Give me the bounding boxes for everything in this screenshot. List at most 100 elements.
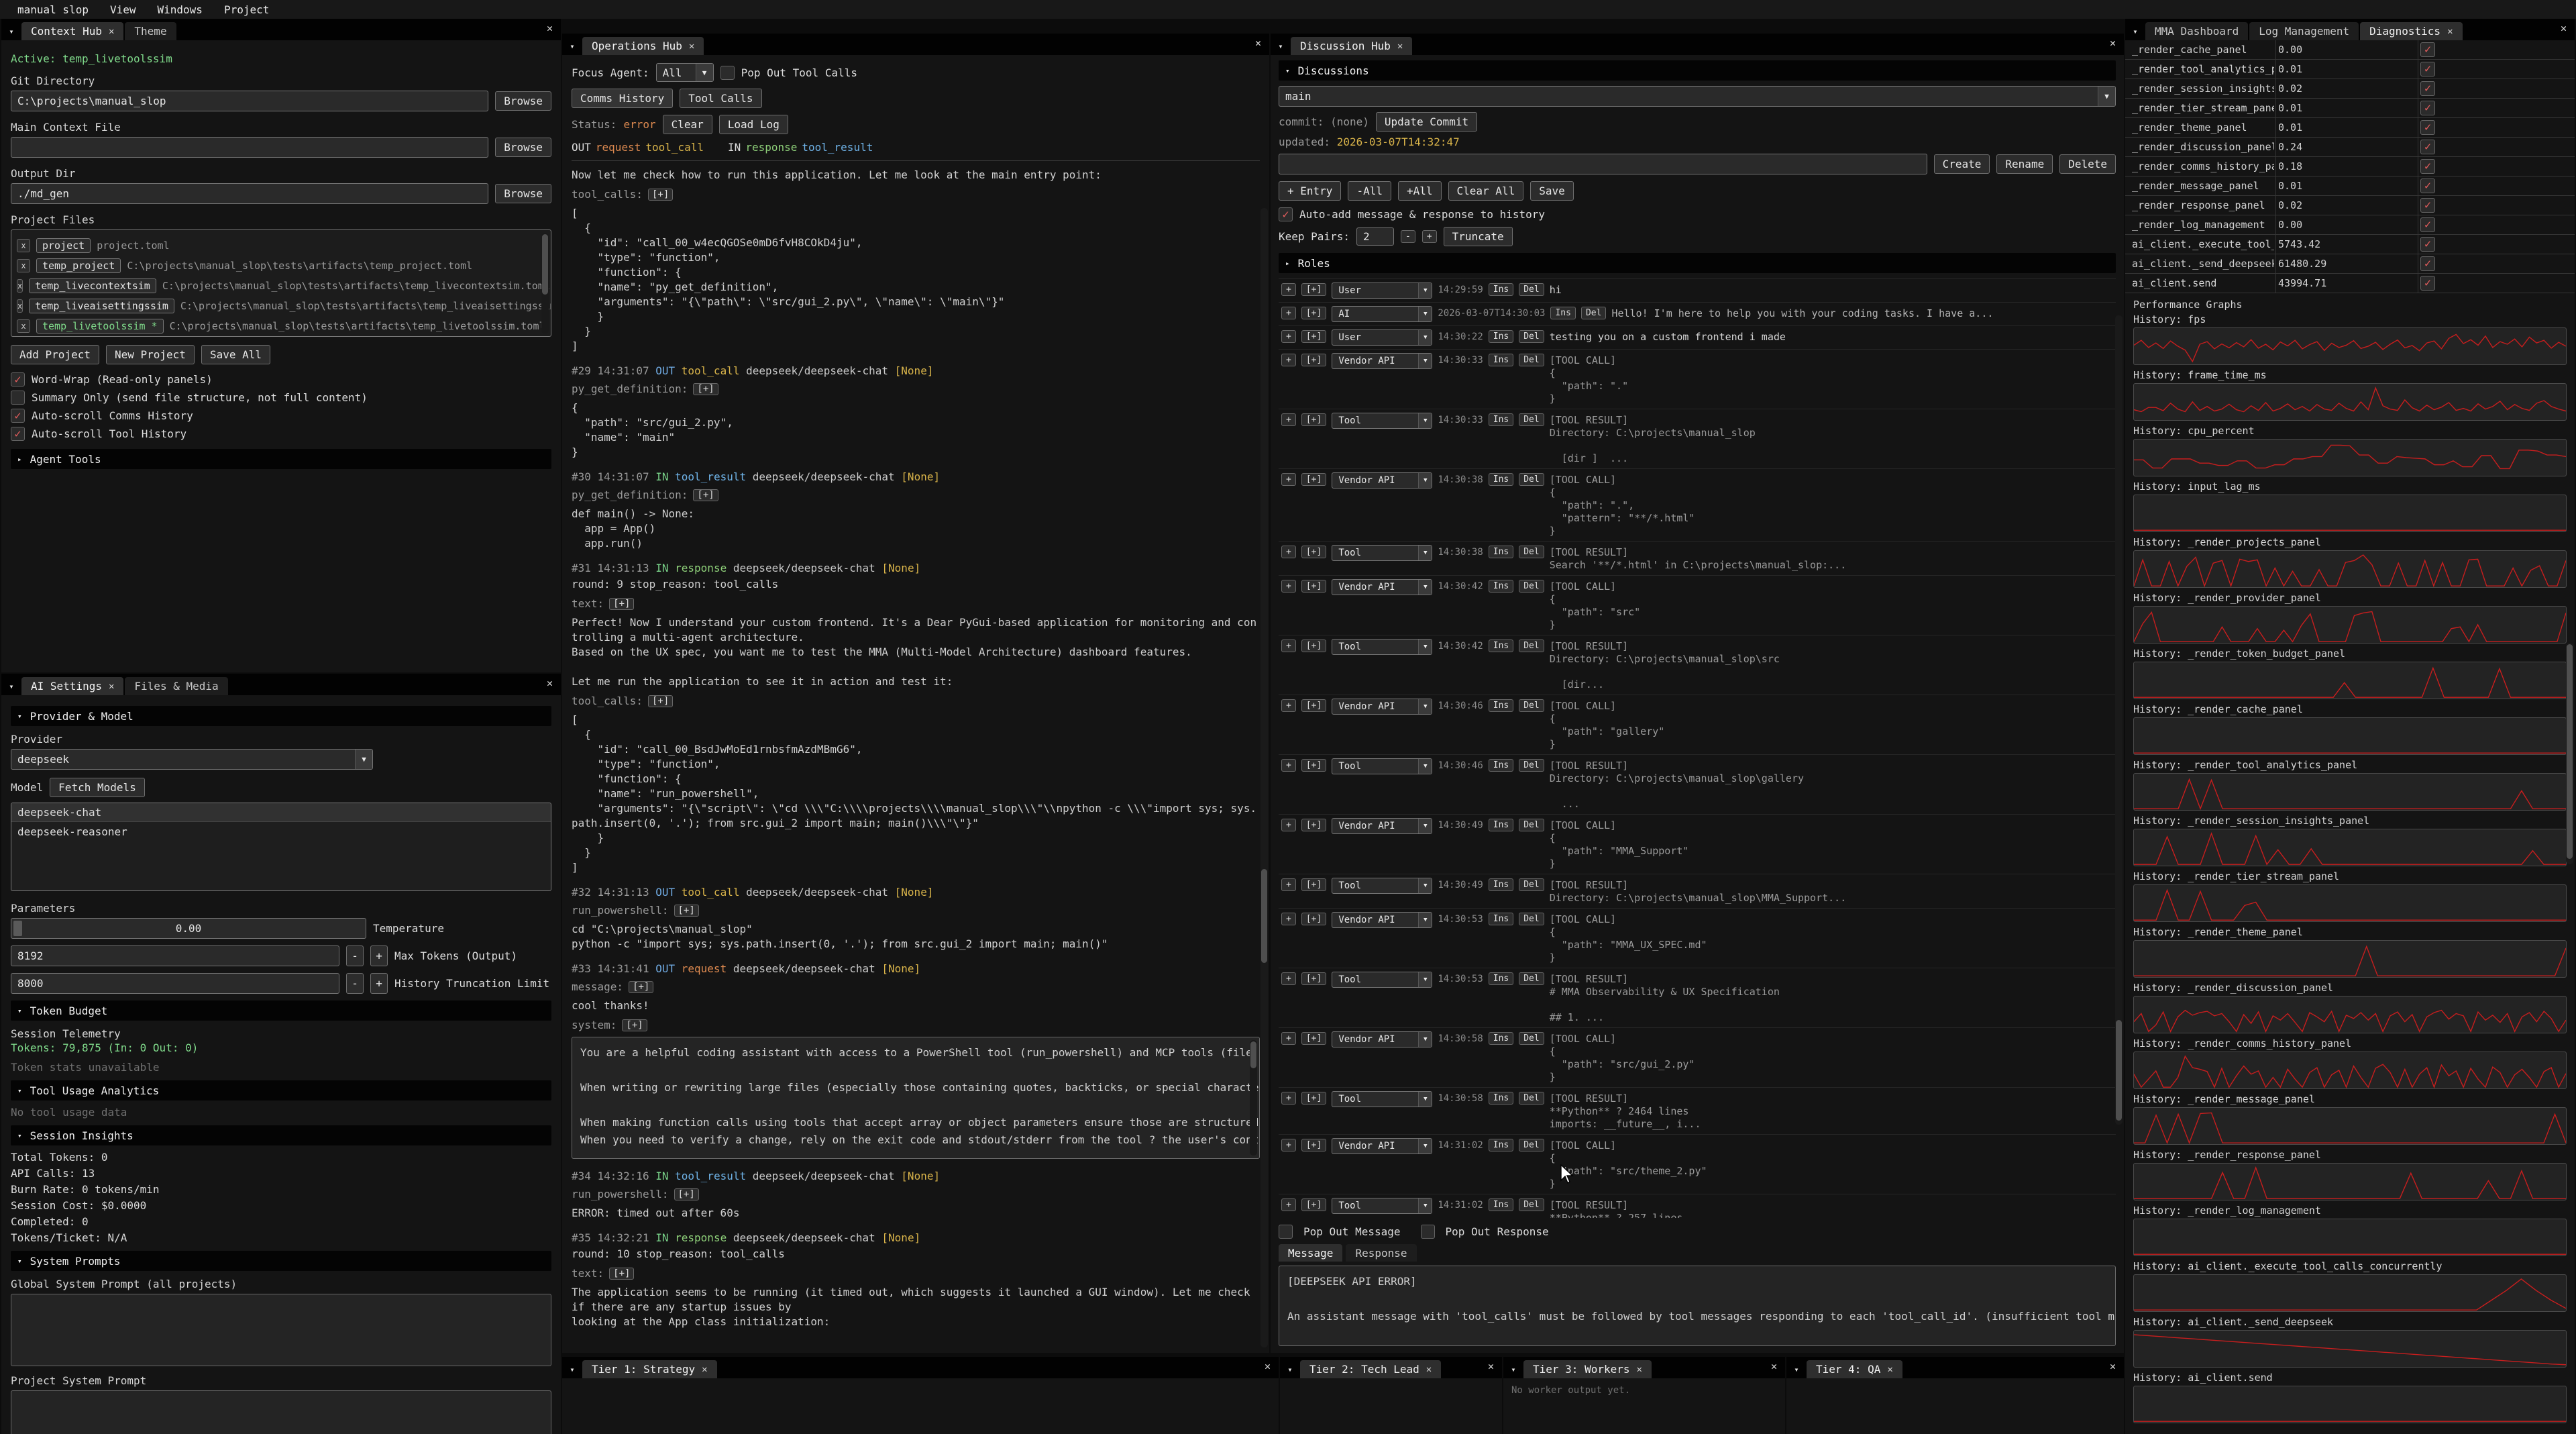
- close-icon[interactable]: ✕: [1426, 1364, 1432, 1375]
- fetch-models-button[interactable]: Fetch Models: [50, 778, 145, 797]
- entry-action-button[interactable]: Clear All: [1448, 181, 1524, 201]
- insert-button[interactable]: Ins: [1489, 354, 1513, 366]
- role-combo[interactable]: Vendor API▼: [1332, 818, 1432, 834]
- menu-view[interactable]: View: [99, 3, 147, 16]
- delete-button[interactable]: Del: [1519, 546, 1544, 558]
- checkbox[interactable]: ✓: [11, 409, 25, 423]
- model-option[interactable]: deepseek-chat: [11, 803, 551, 822]
- close-icon[interactable]: ✕: [547, 677, 553, 689]
- collapse-icon[interactable]: ▾: [1, 678, 21, 695]
- add-entry-button[interactable]: +: [1281, 354, 1296, 366]
- insert-button[interactable]: Ins: [1489, 1198, 1513, 1211]
- system-prompts-header[interactable]: ▾ System Prompts: [11, 1251, 551, 1271]
- add-entry-button[interactable]: +: [1281, 759, 1296, 772]
- close-icon[interactable]: ✕: [109, 26, 114, 37]
- checkbox[interactable]: ✓: [11, 391, 25, 405]
- delete-button[interactable]: Del: [1519, 330, 1544, 343]
- keep-pairs-input[interactable]: 2: [1356, 227, 1394, 246]
- role-combo[interactable]: Tool▼: [1332, 639, 1432, 655]
- tab-response[interactable]: Response: [1346, 1244, 1416, 1262]
- popout-message-checkbox[interactable]: ✓: [1279, 1225, 1293, 1239]
- diagnostic-checkbox[interactable]: ✓: [2420, 237, 2435, 252]
- diagnostic-checkbox[interactable]: ✓: [2420, 178, 2435, 193]
- collapse-icon[interactable]: ▾: [562, 1361, 582, 1378]
- message-error-box[interactable]: [DEEPSEEK API ERROR] An assistant messag…: [1279, 1266, 2116, 1346]
- entry-action-button[interactable]: + Entry: [1279, 181, 1341, 201]
- role-combo[interactable]: Tool▼: [1332, 972, 1432, 988]
- tool-calls-tab-button[interactable]: Tool Calls: [680, 89, 761, 108]
- role-combo[interactable]: Vendor API▼: [1332, 579, 1432, 595]
- autoadd-checkbox[interactable]: ✓: [1279, 207, 1293, 221]
- diagnostic-checkbox[interactable]: ✓: [2420, 217, 2435, 232]
- add-project-button[interactable]: Add Project: [11, 345, 99, 364]
- role-combo[interactable]: Tool▼: [1332, 413, 1432, 429]
- diagnostic-checkbox[interactable]: ✓: [2420, 198, 2435, 213]
- diagnostic-checkbox[interactable]: ✓: [2420, 120, 2435, 135]
- expand-button[interactable]: [+]: [648, 189, 673, 201]
- expand-button[interactable]: [+]: [674, 1188, 699, 1200]
- add-entry-button[interactable]: +: [1281, 1092, 1296, 1105]
- role-combo[interactable]: User▼: [1332, 283, 1432, 299]
- expand-button[interactable]: [+]: [622, 1019, 647, 1031]
- update-commit-button[interactable]: Update Commit: [1376, 112, 1477, 132]
- menu-windows[interactable]: Windows: [147, 3, 213, 16]
- close-icon[interactable]: ✕: [1887, 1364, 1892, 1375]
- expand-entry-button[interactable]: [+]: [1301, 639, 1326, 652]
- close-icon[interactable]: ✕: [702, 1364, 707, 1375]
- delete-button[interactable]: Del: [1519, 354, 1544, 366]
- expand-button[interactable]: [+]: [693, 489, 718, 501]
- collapse-icon[interactable]: ▾: [1, 23, 21, 40]
- browse-output-button[interactable]: Browse: [495, 184, 551, 203]
- git-directory-input[interactable]: C:\projects\manual_slop: [11, 91, 488, 111]
- add-entry-button[interactable]: +: [1281, 913, 1296, 925]
- tab-tier4-qa[interactable]: Tier 4: QA ✕: [1807, 1360, 1902, 1378]
- new-project-button[interactable]: New Project: [106, 345, 195, 364]
- tool-usage-header[interactable]: ▾ Tool Usage Analytics: [11, 1080, 551, 1100]
- project-prompt-textarea[interactable]: [11, 1390, 551, 1434]
- insert-button[interactable]: Ins: [1489, 972, 1513, 985]
- delete-button[interactable]: Del: [1519, 759, 1544, 772]
- scrollbar[interactable]: [2566, 643, 2573, 864]
- close-icon[interactable]: ✕: [2110, 37, 2116, 49]
- temperature-slider[interactable]: 0.00: [11, 918, 366, 939]
- collapse-icon[interactable]: ▾: [1271, 38, 1291, 55]
- discussions-header[interactable]: ▾ Discussions: [1279, 60, 2116, 81]
- delete-button[interactable]: Del: [1519, 913, 1544, 925]
- add-entry-button[interactable]: +: [1281, 473, 1296, 486]
- insert-button[interactable]: Ins: [1550, 307, 1575, 319]
- provider-model-header[interactable]: ▾ Provider & Model: [11, 706, 551, 726]
- role-combo[interactable]: Tool▼: [1332, 758, 1432, 774]
- popout-response-checkbox[interactable]: ✓: [1421, 1225, 1435, 1239]
- delete-button[interactable]: Del: [1519, 413, 1544, 426]
- tab-mma-dashboard[interactable]: MMA Dashboard: [2145, 22, 2248, 40]
- expand-entry-button[interactable]: [+]: [1301, 546, 1326, 558]
- session-insights-header[interactable]: ▾ Session Insights: [11, 1125, 551, 1145]
- keep-pairs-increment[interactable]: +: [1422, 230, 1437, 243]
- collapse-icon[interactable]: ▾: [1786, 1361, 1807, 1378]
- role-combo[interactable]: Vendor API▼: [1332, 1031, 1432, 1047]
- insert-button[interactable]: Ins: [1489, 1032, 1513, 1045]
- role-combo[interactable]: Tool▼: [1332, 1198, 1432, 1214]
- add-entry-button[interactable]: +: [1281, 307, 1296, 319]
- close-icon[interactable]: ✕: [2110, 1360, 2116, 1372]
- focus-agent-combo[interactable]: All ▼: [656, 63, 714, 82]
- tab-ai-settings[interactable]: AI Settings ✕: [21, 677, 123, 695]
- popout-toolcalls-checkbox[interactable]: ✓: [720, 66, 735, 80]
- role-combo[interactable]: User▼: [1332, 329, 1432, 346]
- insert-button[interactable]: Ins: [1489, 580, 1513, 593]
- expand-entry-button[interactable]: [+]: [1301, 819, 1326, 831]
- tab-log-management[interactable]: Log Management: [2249, 22, 2359, 40]
- expand-entry-button[interactable]: [+]: [1301, 759, 1326, 772]
- close-icon[interactable]: ✕: [2447, 26, 2453, 37]
- remove-file-button[interactable]: x: [17, 299, 23, 313]
- scrollbar[interactable]: [1250, 1040, 1257, 1156]
- expand-entry-button[interactable]: [+]: [1301, 913, 1326, 925]
- collapse-icon[interactable]: ▾: [2125, 23, 2145, 40]
- delete-button[interactable]: Del: [1519, 819, 1544, 831]
- tab-files-media[interactable]: Files & Media: [125, 677, 227, 695]
- expand-entry-button[interactable]: [+]: [1301, 473, 1326, 486]
- insert-button[interactable]: Ins: [1489, 546, 1513, 558]
- diagnostic-checkbox[interactable]: ✓: [2420, 159, 2435, 174]
- expand-entry-button[interactable]: [+]: [1301, 413, 1326, 426]
- role-combo[interactable]: AI▼: [1332, 306, 1432, 322]
